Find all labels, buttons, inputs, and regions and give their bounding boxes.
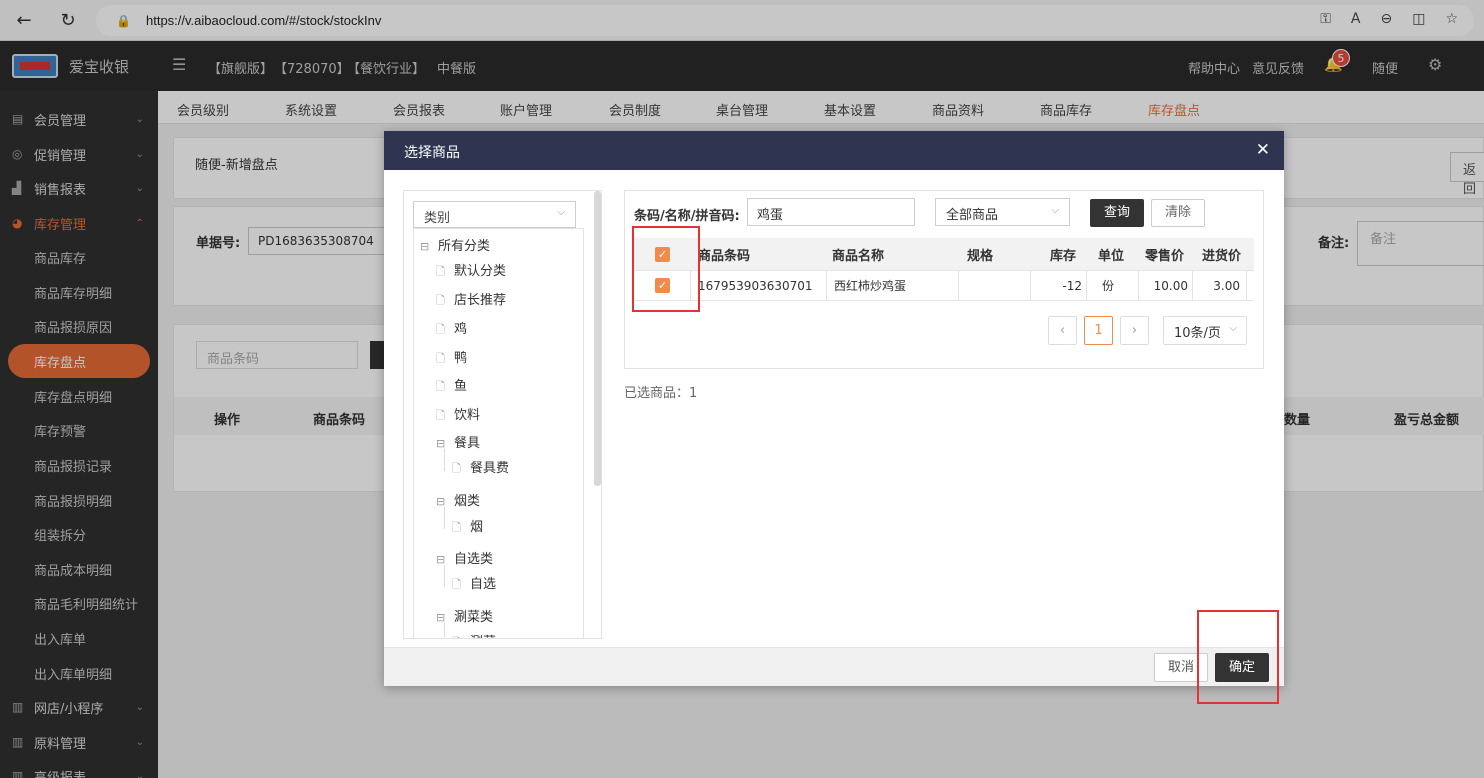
cell-unit: 份 [1102, 279, 1115, 293]
tree-node[interactable]: 🗋 餐具费 [452, 457, 509, 479]
select-product-dialog: 选择商品 ✕ 类别 ⌵ ⊟ 所有分类 🗋 默认分类 🗋 店长推荐 🗋 鸡 🗋 鸭 🗋 鱼 🗋… [384, 131, 1284, 686]
tree-label: 涮菜 [470, 635, 496, 638]
file-icon: 🗋 [436, 352, 445, 365]
tree-label: 店长推荐 [454, 293, 507, 308]
category-select-value: 类别 [424, 211, 451, 226]
cell-barcode: 167953903630701 [698, 278, 813, 293]
product-table-header: ✓ 商品条码 商品名称 规格 库存 单位 零售价 进货价 [634, 238, 1254, 271]
category-panel: 类别 ⌵ ⊟ 所有分类 🗋 默认分类 🗋 店长推荐 🗋 鸡 🗋 鸭 🗋 鱼 🗋 饮料 ⊟ 餐具 … [403, 190, 602, 639]
product-filter-select[interactable]: 全部商品 ⌵ [935, 198, 1070, 226]
tree-label: 餐具 [454, 436, 481, 451]
file-icon: 🗋 [452, 521, 461, 534]
product-table: ✓ 商品条码 商品名称 规格 库存 单位 零售价 进货价 ✓ 167953903… [634, 238, 1254, 301]
file-icon: 🗋 [436, 323, 445, 336]
file-icon: 🗋 [452, 462, 461, 475]
tree-label: 自选类 [454, 552, 494, 567]
tree-node-root[interactable]: ⊟ 所有分类 [420, 235, 490, 254]
col-divider [1192, 271, 1193, 301]
collapse-icon[interactable]: ⊟ [436, 437, 454, 450]
col-unit: 单位 [1098, 248, 1125, 264]
file-icon: 🗋 [436, 294, 445, 307]
collapse-icon[interactable]: ⊟ [436, 553, 454, 566]
tree-node[interactable]: 🗋 自选 [452, 573, 496, 595]
tree-node[interactable]: 🗋 鱼 [436, 375, 467, 397]
tree-connector [444, 565, 445, 587]
tree-label: 饮料 [454, 408, 481, 423]
tree-connector [444, 623, 445, 638]
selected-count: 已选商品：1 [624, 386, 698, 401]
prev-page-button[interactable]: ‹ [1048, 316, 1077, 345]
tree-node[interactable]: ⊟ 烟类 [436, 490, 480, 509]
next-page-button[interactable]: › [1120, 316, 1149, 345]
category-select[interactable]: 类别 ⌵ [413, 201, 576, 228]
collapse-icon[interactable]: ⊟ [436, 611, 454, 624]
tree-label: 餐具费 [470, 461, 510, 476]
tree-node[interactable]: 🗋 鸭 [436, 347, 467, 369]
col-divider [826, 271, 827, 301]
collapse-icon[interactable]: ⊟ [436, 495, 454, 508]
tree-node[interactable]: 🗋 烟 [452, 516, 483, 538]
col-stock: 库存 [1050, 248, 1077, 264]
file-icon: 🗋 [436, 409, 445, 422]
col-barcode: 商品条码 [698, 248, 751, 264]
file-icon: 🗋 [436, 265, 445, 278]
tree-label: 烟类 [454, 494, 481, 509]
page-size-select[interactable]: 10条/页 ⌵ [1163, 316, 1247, 345]
cell-cost-price: 3.00 [1213, 278, 1240, 293]
tree-node[interactable]: 🗋 默认分类 [436, 260, 506, 282]
table-row[interactable]: ✓ 167953903630701 西红柿炒鸡蛋 -12 份 10.00 3.0… [634, 271, 1254, 301]
clear-button[interactable]: 清除 [1151, 199, 1205, 227]
dialog-footer: 取消 确定 [384, 647, 1284, 686]
highlight-box-checkbox [632, 226, 700, 312]
cell-spec [964, 271, 1024, 300]
dialog-title: 选择商品 [404, 145, 460, 161]
highlight-box-confirm [1197, 610, 1279, 704]
file-icon: 🗋 [452, 578, 461, 591]
cell-name: 西红柿炒鸡蛋 [834, 279, 907, 293]
dialog-header: 选择商品 ✕ [384, 131, 1284, 170]
col-divider [1086, 271, 1087, 301]
close-icon[interactable]: ✕ [1256, 140, 1270, 160]
search-label: 条码/名称/拼音码: [634, 209, 740, 224]
collapse-icon[interactable]: ⊟ [420, 240, 438, 253]
tree-label: 鸭 [454, 351, 468, 366]
page-1-button[interactable]: 1 [1084, 316, 1113, 345]
cell-retail-price: 10.00 [1153, 278, 1188, 293]
tree-connector [444, 507, 445, 529]
col-retail-price: 零售价 [1145, 248, 1185, 264]
tree-label: 烟 [470, 520, 484, 535]
tree-node[interactable]: 🗋 饮料 [436, 404, 480, 426]
page-size-value: 10条/页 [1174, 326, 1221, 341]
tree-node[interactable]: 🗋涮菜 [452, 631, 496, 638]
tree-label: 所有分类 [438, 239, 491, 254]
col-spec: 规格 [967, 248, 994, 264]
tree-label: 默认分类 [454, 264, 507, 279]
chevron-down-icon: ⌵ [1229, 323, 1237, 334]
col-divider [1138, 271, 1139, 301]
tree-connector [444, 449, 445, 471]
tree-label: 鸡 [454, 322, 468, 337]
col-divider [958, 271, 959, 301]
product-search-panel: 条码/名称/拼音码: 鸡蛋 全部商品 ⌵ 查询 清除 ✓ 商品条码 商品名称 规… [624, 190, 1264, 369]
col-name: 商品名称 [832, 248, 885, 264]
file-icon: 🗋 [436, 380, 445, 393]
tree-label: 自选 [470, 577, 497, 592]
col-cost-price: 进货价 [1202, 248, 1242, 264]
tree-node[interactable]: 🗋 店长推荐 [436, 289, 506, 311]
tree-node[interactable]: 🗋 鸡 [436, 318, 467, 340]
tree-label: 鱼 [454, 379, 468, 394]
col-divider [1246, 271, 1247, 301]
cell-stock: -12 [1062, 278, 1082, 293]
category-tree: ⊟ 所有分类 🗋 默认分类 🗋 店长推荐 🗋 鸡 🗋 鸭 🗋 鱼 🗋 饮料 ⊟ 餐具 🗋 餐具费 … [413, 228, 584, 638]
col-divider [1030, 271, 1031, 301]
chevron-down-icon: ⌵ [557, 207, 565, 218]
category-scrollbar[interactable] [594, 191, 601, 486]
filter-value: 全部商品 [946, 208, 999, 223]
tree-label: 涮菜类 [454, 610, 494, 625]
tree-node[interactable]: ⊟ 餐具 [436, 432, 480, 451]
file-icon: 🗋 [452, 634, 470, 638]
query-button[interactable]: 查询 [1090, 199, 1144, 227]
chevron-down-icon: ⌵ [1051, 205, 1059, 216]
search-input[interactable]: 鸡蛋 [747, 198, 915, 226]
